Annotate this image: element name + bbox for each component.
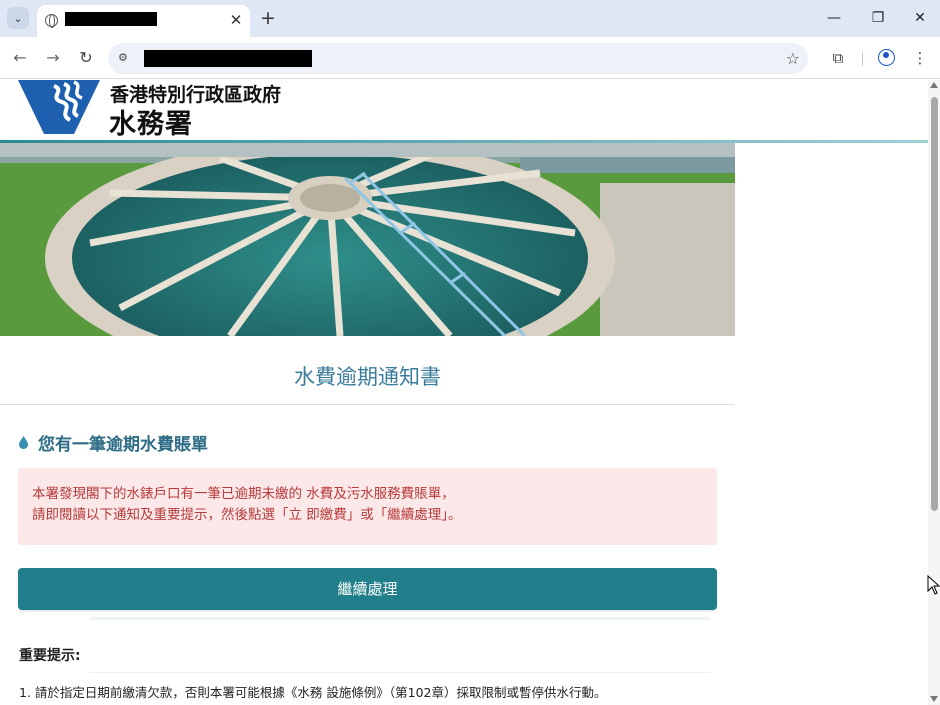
notice-title: 水費逾期通知書 — [294, 365, 441, 389]
banner-image — [0, 143, 735, 336]
alert-line-1: 本署發現閣下的水錶戶口有一筆已逾期未繳的 水費及污水服務費賬單， — [32, 486, 455, 502]
profile-icon[interactable] — [878, 49, 895, 66]
water-drop-icon — [19, 436, 28, 449]
bookmark-star-icon[interactable]: ☆ — [786, 49, 800, 68]
water-supplies-logo-icon — [18, 80, 100, 134]
tab-strip: ⌄ ✕ + — ❐ ✕ — [0, 0, 940, 37]
scroll-thumb[interactable] — [931, 97, 938, 511]
tab-close-icon[interactable]: ✕ — [227, 11, 245, 29]
tab-title-redacted — [65, 12, 157, 26]
url-redacted — [144, 50, 312, 67]
site-info-icon[interactable]: ⚙ — [118, 51, 134, 65]
department-name-line2: 水務署 — [109, 109, 193, 140]
browser-toolbar: ← → ↻ ⚙ ☆ ⧉ ⋮ — [0, 37, 940, 79]
tab-search-icon[interactable]: ⌄ — [7, 7, 29, 29]
overdue-alert: 本署發現閣下的水錶戶口有一筆已逾期未繳的 水費及污水服務費賬單， 請即閱讀以下通… — [18, 468, 717, 545]
section-heading: 您有一筆逾期水費賬單 — [19, 430, 208, 455]
site-header: 香港特別行政區政府 水務署 — [0, 80, 928, 143]
close-window-button[interactable]: ✕ — [908, 6, 932, 30]
button-underline — [90, 617, 710, 620]
restore-button[interactable]: ❐ — [866, 6, 890, 30]
scroll-up-icon[interactable] — [930, 82, 938, 88]
menu-icon[interactable]: ⋮ — [908, 46, 932, 70]
alert-line-2: 請即閱讀以下通知及重要提示，然後點選「立 即繳費」或「繼續處理」。 — [32, 507, 462, 523]
scroll-down-icon[interactable] — [930, 696, 938, 702]
toolbar-separator — [862, 52, 863, 66]
page-viewport: 香港特別行政區政府 水務署 水費逾期通知書 您有一筆逾期水費賬單 本署發現閣下的… — [0, 80, 928, 705]
browser-tab[interactable]: ✕ — [37, 5, 250, 37]
mouse-cursor-icon — [927, 575, 940, 595]
back-button[interactable]: ← — [8, 46, 32, 70]
reload-button[interactable]: ↻ — [74, 46, 98, 70]
title-divider — [0, 404, 735, 405]
tip-item-1: 1. 請於指定日期前繳清欠款，否則本署可能根據《水務 設施條例》（第102章）採… — [19, 685, 607, 700]
page-scrollbar[interactable] — [928, 80, 940, 705]
tips-heading: 重要提示: — [19, 648, 81, 664]
section-heading-text: 您有一筆逾期水費賬單 — [38, 435, 208, 455]
new-tab-button[interactable]: + — [258, 8, 278, 28]
address-bar[interactable]: ⚙ ☆ — [108, 43, 808, 74]
continue-button[interactable]: 繼續處理 — [18, 568, 717, 610]
globe-icon — [45, 14, 58, 28]
extensions-icon[interactable]: ⧉ — [826, 46, 850, 70]
forward-button[interactable]: → — [41, 46, 65, 70]
minimize-button[interactable]: — — [822, 6, 846, 30]
tips-divider — [90, 672, 710, 673]
